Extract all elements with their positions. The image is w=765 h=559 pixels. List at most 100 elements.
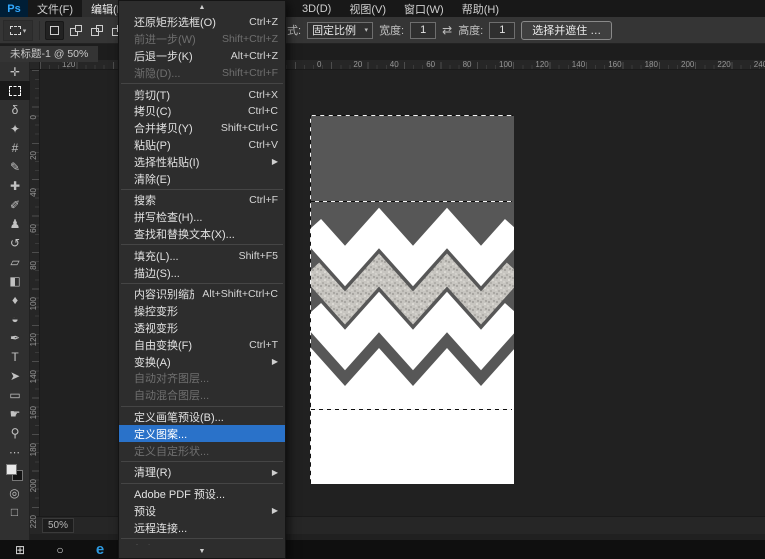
menubar-right-items: 3D(D)视图(V)窗口(W)帮助(H) [293,0,508,17]
dodge-tool[interactable]: ◒ [0,309,30,328]
ruler-label: 60 [29,224,39,233]
gradient-tool[interactable]: ◧ [0,271,30,290]
tool-preset-dropdown[interactable]: ▾ [3,20,33,41]
screen-mode-icon[interactable]: □ [11,505,18,519]
edit-menu-item[interactable]: 还原矩形选框(O)Ctrl+Z [119,14,285,31]
edit-menu-item[interactable]: 选择性粘贴(I)▶ [119,153,285,170]
history-brush-tool[interactable]: ↺ [0,233,30,252]
menu-scroll-up[interactable]: ▲ [119,1,285,14]
menu-item-label: 透视变形 [134,320,278,336]
edit-menu-item[interactable]: 自由变换(F)Ctrl+T [119,336,285,353]
edit-menu-item[interactable]: 粘贴(P)Ctrl+V [119,137,285,154]
menu-scroll-down[interactable]: ▼ [119,545,285,558]
edit-menu-item[interactable]: 清理(R)▶ [119,464,285,481]
dodge-icon: ◒ [11,313,18,325]
spot-healing-brush-tool[interactable]: ✚ [0,176,30,195]
menu-item-label: 查找和替换文本(X)... [134,226,278,242]
menubar-item[interactable]: 视图(V) [340,0,395,17]
zoom-level[interactable]: 50% [42,518,74,533]
ruler-label: 160 [29,406,39,419]
marquee-tool-icon [10,26,21,35]
scroll-up-icon: ▲ [199,4,206,11]
edit-menu-item[interactable]: 预设▶ [119,503,285,520]
menu-item-label: 选择性粘贴(I) [134,154,264,170]
edit-menu-item[interactable]: 查找和替换文本(X)... [119,226,285,243]
edit-menu-item[interactable]: 后退一步(K)Alt+Ctrl+Z [119,48,285,65]
start-button[interactable]: ⊞ [0,540,40,559]
edit-menu-item[interactable]: 定义画笔预设(B)... [119,409,285,426]
edit-menu-item[interactable]: 剪切(T)Ctrl+X [119,86,285,103]
ruler-label: 180 [645,60,658,69]
ruler-label: 140 [572,60,585,69]
pen-tool[interactable]: ✒ [0,328,30,347]
hand-tool[interactable]: ☛ [0,404,30,423]
height-input[interactable] [489,22,515,39]
edit-toolbar-icon[interactable]: ⋯ [9,446,20,459]
menubar-item[interactable]: 窗口(W) [395,0,453,17]
edit-menu-item[interactable]: 填充(L)...Shift+F5 [119,247,285,264]
options-right-section: 式: 固定比例 ▾ 宽度: ⇄ 高度: 选择并遮住 … [287,17,612,43]
ruler-label: 100 [499,60,512,69]
edge-icon: e [96,542,104,557]
menubar-item[interactable]: 帮助(H) [453,0,508,17]
canvas-image[interactable] [310,115,513,483]
menu-item-label: 自动混合图层... [134,387,278,403]
ruler-label: 60 [426,60,435,69]
new-selection-icon [50,26,59,35]
new-selection-button[interactable] [45,21,64,40]
options-separator [39,21,40,40]
blur-tool[interactable]: ♦ [0,290,30,309]
edit-menu-item[interactable]: 变换(A)▶ [119,353,285,370]
edit-menu-item: 自动混合图层... [119,387,285,404]
edit-menu-item[interactable]: 清除(E) [119,170,285,187]
zoom-tool[interactable]: ⚲ [0,423,30,442]
path-selection-tool[interactable]: ➤ [0,366,30,385]
brush-tool[interactable]: ✐ [0,195,30,214]
photoshop-logo: Ps [0,0,28,17]
rectangular-marquee-tool[interactable] [0,81,30,100]
vertical-ruler: 020406080100120140160180200220240 [30,70,40,516]
edit-menu-item[interactable]: 操控变形 [119,303,285,320]
type-icon: T [11,351,18,363]
menubar-item[interactable]: 文件(F) [28,0,82,17]
edit-menu-item[interactable]: 拼写检查(H)... [119,209,285,226]
tools-panel: ✛ δ ✦ #✎✚✐♟↺▱◧♦ ◒ ✒ T ➤▭☛⚲ ⋯ ◎ □ [0,60,30,540]
menubar-item[interactable]: 3D(D) [293,0,340,17]
edit-menu-item[interactable]: 合并拷贝(Y)Shift+Ctrl+C [119,120,285,137]
quick-selection-tool[interactable]: ✦ [0,119,30,138]
quick-mask-icon[interactable]: ◎ [9,486,19,500]
edge-button[interactable]: e [80,540,120,559]
width-input[interactable] [410,22,436,39]
edit-menu-item[interactable]: 描边(S)... [119,264,285,281]
document-tab[interactable]: 未标题-1 @ 50% [0,46,98,62]
edit-menu-item[interactable]: 定义图案... [119,425,285,442]
lasso-tool[interactable]: δ [0,100,30,119]
clone-stamp-tool[interactable]: ♟ [0,214,30,233]
foreground-color-swatch[interactable] [6,464,17,475]
edit-menu-item[interactable]: Adobe PDF 预设... [119,486,285,503]
ruler-label: 80 [29,261,39,270]
style-select[interactable]: 固定比例 ▾ [307,22,373,39]
edit-menu-item[interactable]: 拷贝(C)Ctrl+C [119,103,285,120]
eraser-tool[interactable]: ▱ [0,252,30,271]
quick-selection-icon: ✦ [10,123,20,135]
ruler-label: 220 [717,60,730,69]
cortana-button[interactable]: ○ [40,540,80,559]
move-tool[interactable]: ✛ [0,62,30,81]
edit-menu-item[interactable]: 远程连接... [119,519,285,536]
select-and-mask-button[interactable]: 选择并遮住 … [521,21,612,40]
color-swatches[interactable] [6,464,23,481]
edit-menu-item[interactable]: 透视变形 [119,320,285,337]
tool-options-bar: ▾ 式: 固定比例 ▾ 宽度: ⇄ 高度: [0,17,765,44]
crop-tool[interactable]: # [0,138,30,157]
edit-menu-item[interactable]: 内容识别缩放Alt+Shift+Ctrl+C [119,286,285,303]
swap-width-height-icon[interactable]: ⇄ [442,23,452,37]
subtract-selection-button[interactable] [87,21,106,40]
add-selection-button[interactable] [66,21,85,40]
edit-menu-item[interactable]: 搜索Ctrl+F [119,192,285,209]
type-tool[interactable]: T [0,347,30,366]
ruler-label: 120 [535,60,548,69]
rectangular-marquee-icon [9,86,21,96]
eyedropper-tool[interactable]: ✎ [0,157,30,176]
rectangle-tool[interactable]: ▭ [0,385,30,404]
